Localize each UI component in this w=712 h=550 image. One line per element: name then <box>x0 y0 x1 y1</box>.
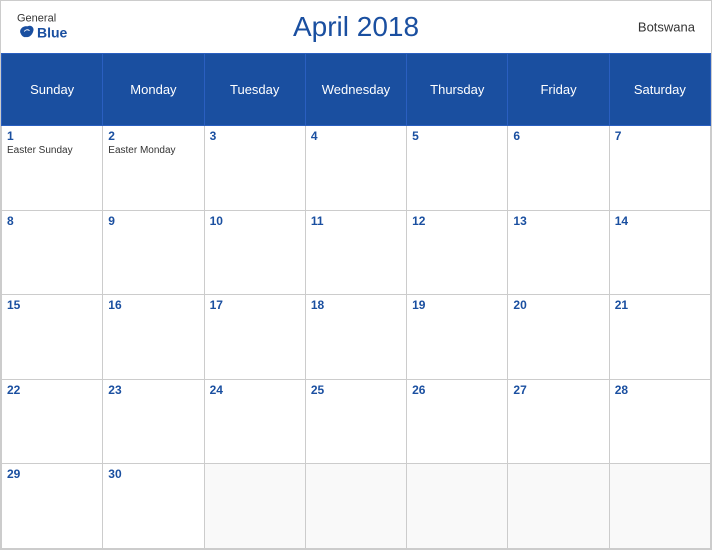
logo-bird-icon <box>17 25 35 41</box>
header-sunday: Sunday <box>2 54 103 126</box>
day-number: 11 <box>311 214 401 228</box>
calendar-day-cell: 18 <box>305 295 406 380</box>
day-number: 29 <box>7 467 97 481</box>
calendar-day-cell: 23 <box>103 379 204 464</box>
calendar-week-row: 22 23 24 25 26 27 28 <box>2 379 711 464</box>
day-number: 7 <box>615 129 705 143</box>
calendar-day-cell <box>609 464 710 549</box>
calendar-day-cell: 28 <box>609 379 710 464</box>
calendar-day-cell: 10 <box>204 210 305 295</box>
weekday-header-row: Sunday Monday Tuesday Wednesday Thursday… <box>2 54 711 126</box>
calendar-day-cell: 2 Easter Monday <box>103 126 204 211</box>
calendar-day-cell: 15 <box>2 295 103 380</box>
day-number: 8 <box>7 214 97 228</box>
calendar-day-cell: 17 <box>204 295 305 380</box>
header-thursday: Thursday <box>407 54 508 126</box>
calendar-day-cell: 8 <box>2 210 103 295</box>
logo-blue-text: Blue <box>17 25 67 41</box>
day-number: 28 <box>615 383 705 397</box>
logo-general-text: General <box>17 14 56 25</box>
day-number: 15 <box>7 298 97 312</box>
day-number: 30 <box>108 467 198 481</box>
calendar-week-row: 15 16 17 18 19 20 21 <box>2 295 711 380</box>
day-number: 21 <box>615 298 705 312</box>
logo: General Blue <box>17 14 67 41</box>
day-number: 22 <box>7 383 97 397</box>
calendar-day-cell: 12 <box>407 210 508 295</box>
calendar-table: Sunday Monday Tuesday Wednesday Thursday… <box>1 53 711 549</box>
day-number: 18 <box>311 298 401 312</box>
calendar-day-cell: 19 <box>407 295 508 380</box>
holiday-label: Easter Monday <box>108 145 198 156</box>
country-label: Botswana <box>638 20 695 35</box>
calendar-day-cell: 1 Easter Sunday <box>2 126 103 211</box>
header-tuesday: Tuesday <box>204 54 305 126</box>
calendar-day-cell: 11 <box>305 210 406 295</box>
day-number: 25 <box>311 383 401 397</box>
calendar-container: General Blue April 2018 Botswana Sunday … <box>0 0 712 550</box>
day-number: 4 <box>311 129 401 143</box>
day-number: 24 <box>210 383 300 397</box>
day-number: 23 <box>108 383 198 397</box>
day-number: 9 <box>108 214 198 228</box>
calendar-day-cell: 16 <box>103 295 204 380</box>
day-number: 5 <box>412 129 502 143</box>
day-number: 26 <box>412 383 502 397</box>
day-number: 14 <box>615 214 705 228</box>
calendar-day-cell: 27 <box>508 379 609 464</box>
calendar-week-row: 89 10 11 12 13 14 <box>2 210 711 295</box>
day-number: 1 <box>7 129 97 143</box>
calendar-day-cell: 22 <box>2 379 103 464</box>
day-number: 19 <box>412 298 502 312</box>
calendar-day-cell <box>508 464 609 549</box>
calendar-day-cell: 25 <box>305 379 406 464</box>
calendar-day-cell <box>305 464 406 549</box>
calendar-day-cell: 30 <box>103 464 204 549</box>
day-number: 20 <box>513 298 603 312</box>
calendar-day-cell <box>407 464 508 549</box>
calendar-day-cell: 29 <box>2 464 103 549</box>
month-title: April 2018 <box>293 11 419 43</box>
day-number: 10 <box>210 214 300 228</box>
calendar-day-cell: 20 <box>508 295 609 380</box>
header-wednesday: Wednesday <box>305 54 406 126</box>
calendar-day-cell: 24 <box>204 379 305 464</box>
calendar-day-cell: 13 <box>508 210 609 295</box>
day-number: 13 <box>513 214 603 228</box>
day-number: 2 <box>108 129 198 143</box>
day-number: 3 <box>210 129 300 143</box>
calendar-day-cell: 14 <box>609 210 710 295</box>
calendar-day-cell: 4 <box>305 126 406 211</box>
header-saturday: Saturday <box>609 54 710 126</box>
day-number: 12 <box>412 214 502 228</box>
holiday-label: Easter Sunday <box>7 145 97 156</box>
header-monday: Monday <box>103 54 204 126</box>
calendar-day-cell <box>204 464 305 549</box>
calendar-week-row: 29 30 <box>2 464 711 549</box>
calendar-day-cell: 3 <box>204 126 305 211</box>
calendar-week-row: 1 Easter Sunday 2 Easter Monday 34567 <box>2 126 711 211</box>
calendar-day-cell: 6 <box>508 126 609 211</box>
header-friday: Friday <box>508 54 609 126</box>
day-number: 27 <box>513 383 603 397</box>
calendar-day-cell: 7 <box>609 126 710 211</box>
calendar-day-cell: 5 <box>407 126 508 211</box>
calendar-day-cell: 9 <box>103 210 204 295</box>
calendar-day-cell: 21 <box>609 295 710 380</box>
day-number: 17 <box>210 298 300 312</box>
day-number: 6 <box>513 129 603 143</box>
calendar-header: General Blue April 2018 Botswana <box>1 1 711 53</box>
day-number: 16 <box>108 298 198 312</box>
calendar-day-cell: 26 <box>407 379 508 464</box>
